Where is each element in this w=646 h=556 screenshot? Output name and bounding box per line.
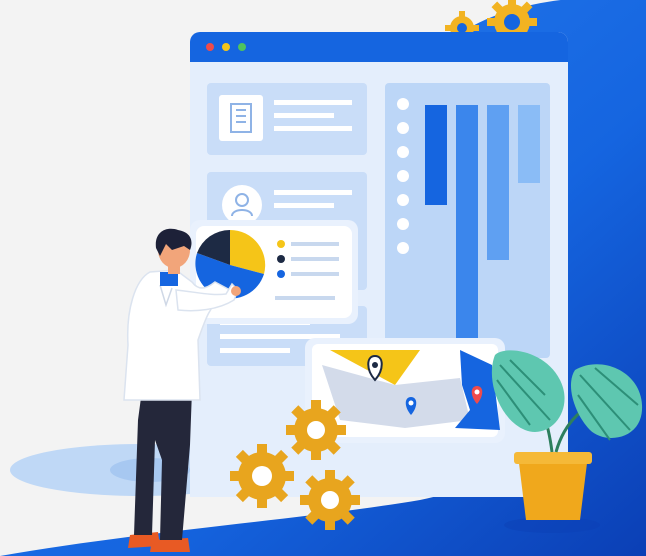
legend-dot-yellow [277, 240, 285, 248]
bar-1 [425, 105, 447, 205]
green-dot [238, 43, 246, 51]
yellow-dot [222, 43, 230, 51]
plant-pot [518, 455, 588, 520]
bar-2 [456, 105, 478, 358]
red-dot [206, 43, 214, 51]
bar-4 [518, 105, 540, 183]
legend-dot-blue [277, 270, 285, 278]
right-shoe [150, 538, 190, 552]
legend-dot-dark [277, 255, 285, 263]
gear-icon [300, 470, 360, 530]
bar-3 [487, 105, 509, 260]
illustration-canvas [0, 0, 646, 556]
trousers [134, 390, 192, 540]
gear-icon [286, 400, 346, 460]
gear-icon [230, 444, 294, 508]
